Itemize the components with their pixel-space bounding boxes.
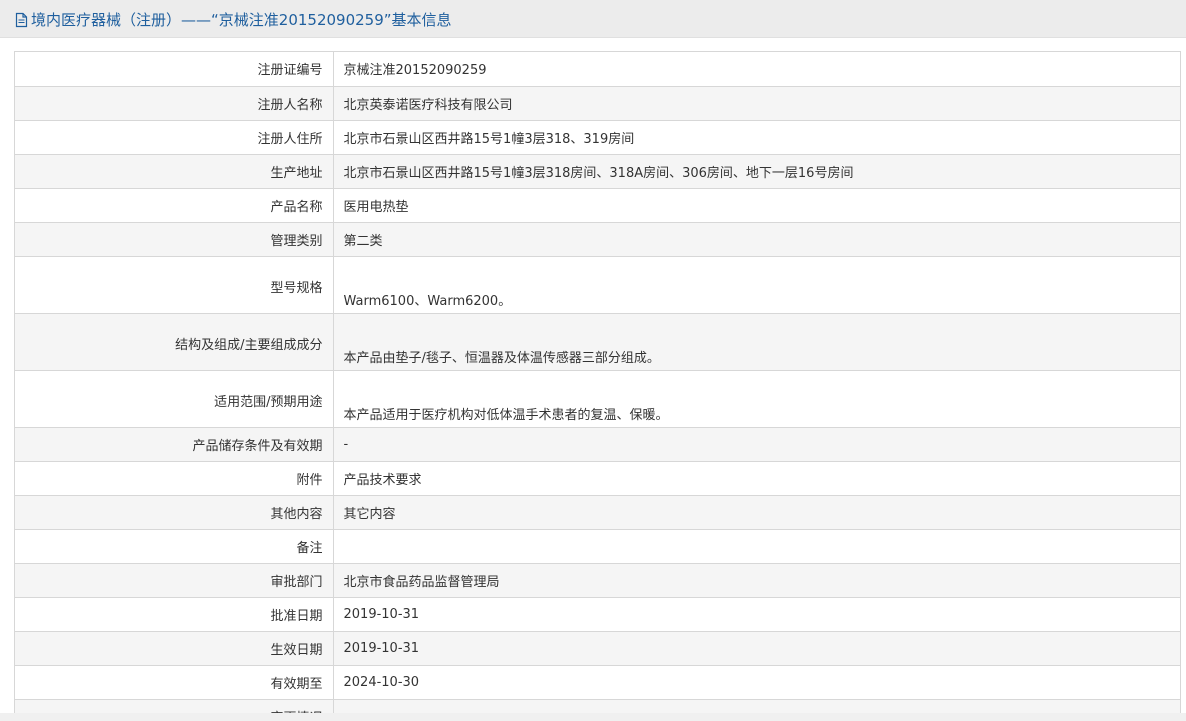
row-value: Warm6100、Warm6200。 <box>333 256 1180 314</box>
table-row: 审批部门 北京市食品药品监督管理局 <box>15 563 1180 598</box>
row-label: 备注 <box>15 529 334 564</box>
table-row: 生产地址 北京市石景山区西井路15号1幢3层318房间、318A房间、306房间… <box>15 154 1180 189</box>
page-title: 境内医疗器械（注册）——“京械注准20152090259”基本信息 <box>14 10 452 30</box>
row-value: 本产品适用于医疗机构对低体温手术患者的复温、保暖。 <box>333 370 1180 428</box>
page-title-text: 境内医疗器械（注册）——“京械注准20152090259”基本信息 <box>31 11 452 29</box>
viewport-bottom-edge <box>0 713 1186 721</box>
row-value <box>333 529 1180 564</box>
document-icon <box>14 12 29 28</box>
row-label: 批准日期 <box>15 597 334 632</box>
table-row: 适用范围/预期用途 本产品适用于医疗机构对低体温手术患者的复温、保暖。 <box>15 370 1180 428</box>
row-label: 产品储存条件及有效期 <box>15 427 334 462</box>
table-row: 管理类别 第二类 <box>15 222 1180 257</box>
row-value: 北京英泰诺医疗科技有限公司 <box>333 86 1180 121</box>
row-label: 审批部门 <box>15 563 334 598</box>
row-value: 北京市石景山区西井路15号1幢3层318房间、318A房间、306房间、地下一层… <box>333 154 1180 189</box>
row-value: 本产品由垫子/毯子、恒温器及体温传感器三部分组成。 <box>333 313 1180 371</box>
row-value: - <box>333 427 1180 462</box>
row-value: 北京市石景山区西井路15号1幢3层318、319房间 <box>333 120 1180 155</box>
table-row: 有效期至 2024-10-30 <box>15 665 1180 700</box>
table-row: 附件 产品技术要求 <box>15 461 1180 496</box>
row-label: 注册人住所 <box>15 120 334 155</box>
row-label: 生效日期 <box>15 631 334 666</box>
row-label: 型号规格 <box>15 256 334 314</box>
table-row: 注册人住所 北京市石景山区西井路15号1幢3层318、319房间 <box>15 120 1180 155</box>
row-label: 其他内容 <box>15 495 334 530</box>
row-value: 京械注准20152090259 <box>333 52 1180 87</box>
table-row: 生效日期 2019-10-31 <box>15 631 1180 666</box>
row-value: 第二类 <box>333 222 1180 257</box>
table-row: 备注 <box>15 529 1180 564</box>
table-row: 型号规格 Warm6100、Warm6200。 <box>15 256 1180 314</box>
table-row: 产品名称 医用电热垫 <box>15 188 1180 223</box>
row-value: 医用电热垫 <box>333 188 1180 223</box>
row-label: 注册证编号 <box>15 52 334 87</box>
row-label: 结构及组成/主要组成成分 <box>15 313 334 371</box>
table-row: 其他内容 其它内容 <box>15 495 1180 530</box>
row-value: 2024-10-30 <box>333 665 1180 700</box>
row-label: 有效期至 <box>15 665 334 700</box>
table-row: 批准日期 2019-10-31 <box>15 597 1180 632</box>
row-value: 2019-10-31 <box>333 631 1180 666</box>
row-label: 附件 <box>15 461 334 496</box>
row-value: 北京市食品药品监督管理局 <box>333 563 1180 598</box>
row-label: 适用范围/预期用途 <box>15 370 334 428</box>
row-value: 其它内容 <box>333 495 1180 530</box>
row-label: 产品名称 <box>15 188 334 223</box>
row-label: 注册人名称 <box>15 86 334 121</box>
table-row: 注册人名称 北京英泰诺医疗科技有限公司 <box>15 86 1180 121</box>
info-table: 注册证编号 京械注准20152090259 注册人名称 北京英泰诺医疗科技有限公… <box>14 51 1181 721</box>
table-row: 结构及组成/主要组成成分 本产品由垫子/毯子、恒温器及体温传感器三部分组成。 <box>15 313 1180 371</box>
page-header: 境内医疗器械（注册）——“京械注准20152090259”基本信息 <box>0 0 1186 38</box>
row-value: 2019-10-31 <box>333 597 1180 632</box>
row-value: 产品技术要求 <box>333 461 1180 496</box>
table-row: 注册证编号 京械注准20152090259 <box>15 52 1180 87</box>
table-row: 产品储存条件及有效期 - <box>15 427 1180 462</box>
row-label: 生产地址 <box>15 154 334 189</box>
row-label: 管理类别 <box>15 222 334 257</box>
